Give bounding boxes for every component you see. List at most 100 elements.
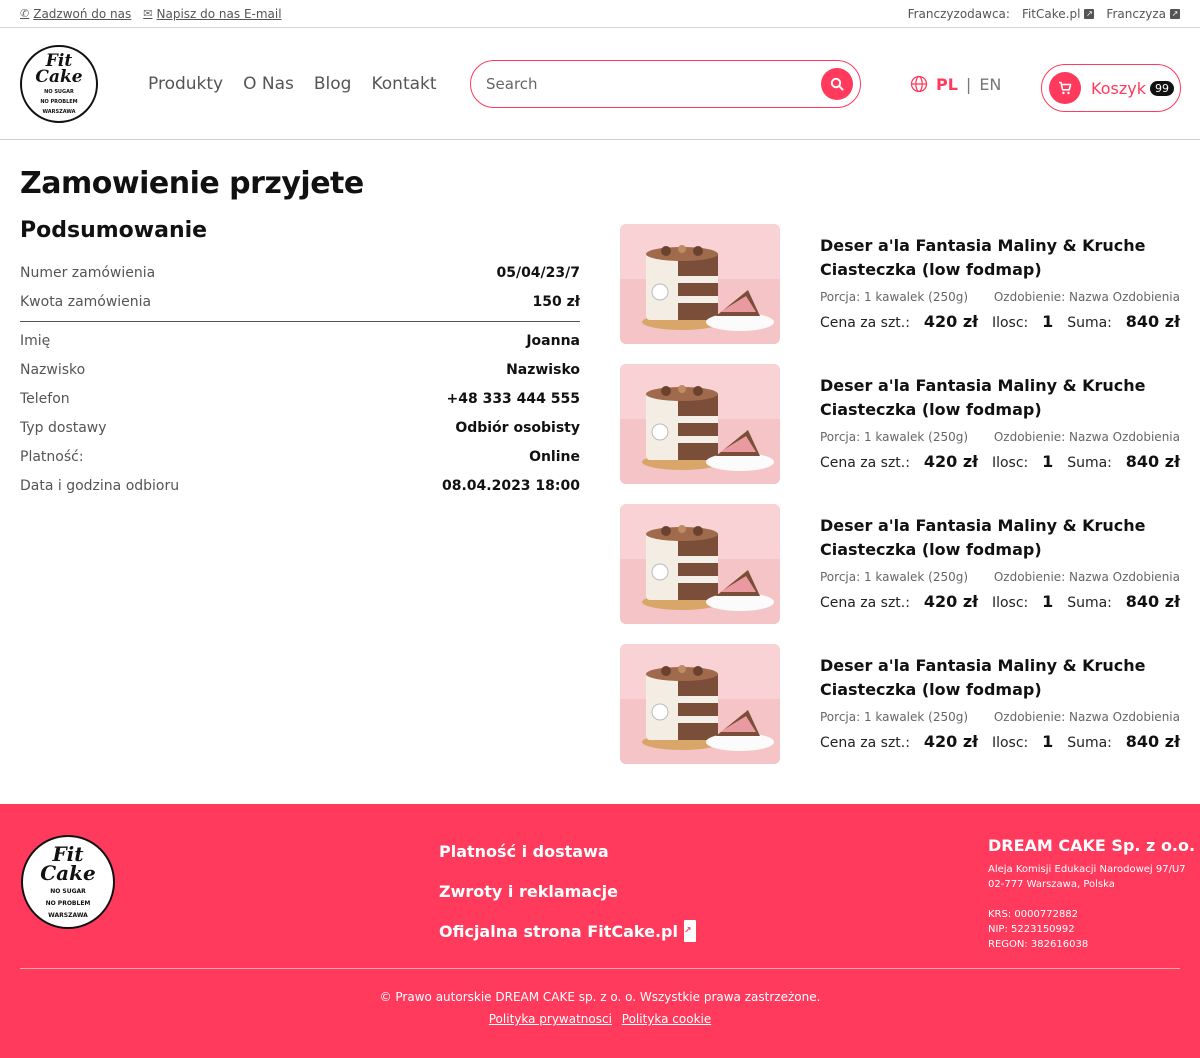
product-name[interactable]: Deser a'la Fantasia Maliny & Kruche Cias… bbox=[820, 234, 1180, 282]
price-label: Cena za szt.: bbox=[820, 315, 910, 331]
franchise-link[interactable]: Franczyza ↗ bbox=[1106, 7, 1180, 21]
order-products: Deser a'la Fantasia Maliny & Kruche Cias… bbox=[620, 224, 1180, 784]
footer-link-payment[interactable]: Platność i dostawa bbox=[439, 840, 696, 862]
product-image[interactable] bbox=[620, 644, 780, 764]
qty-value: 1 bbox=[1042, 452, 1054, 471]
qty-label: Ilosc: bbox=[991, 315, 1029, 331]
product-decoration: Ozdobienie: Nazwa Ozdobienia bbox=[993, 710, 1180, 724]
summary-value: 08.04.2023 18:00 bbox=[441, 477, 580, 494]
logo-text-cake: Cake bbox=[40, 861, 96, 885]
email-link[interactable]: ✉ Napisz do nas E-mail bbox=[143, 7, 281, 21]
main-nav: Produkty O Nas Blog Kontakt bbox=[148, 74, 437, 94]
sum-label: Suma: bbox=[1067, 595, 1112, 611]
cart-button[interactable]: Koszyk 99 bbox=[1041, 64, 1181, 112]
company-name: DREAM CAKE Sp. z o.o. bbox=[988, 836, 1196, 855]
summary-value: +48 333 444 555 bbox=[446, 390, 580, 407]
product-name[interactable]: Deser a'la Fantasia Maliny & Kruche Cias… bbox=[820, 514, 1180, 562]
company-regon: REGON: 382616038 bbox=[988, 939, 1089, 950]
sum-value: 840 zł bbox=[1125, 452, 1180, 471]
phone-icon: ✆ bbox=[20, 7, 30, 20]
cart-label: Koszyk bbox=[1091, 78, 1146, 98]
search-box bbox=[470, 60, 861, 108]
franchisor-label: Franczyzodawca: bbox=[907, 6, 1010, 21]
product-decoration: Ozdobienie: Nazwa Ozdobienia bbox=[993, 290, 1180, 304]
lang-en[interactable]: EN bbox=[979, 75, 1001, 94]
logo-text-tagline-1: NO SUGAR bbox=[44, 88, 74, 95]
search-icon bbox=[830, 77, 844, 91]
sum-value: 840 zł bbox=[1125, 592, 1180, 611]
product-image[interactable] bbox=[620, 364, 780, 484]
nav-item-produkty[interactable]: Produkty bbox=[148, 74, 223, 94]
search-button[interactable] bbox=[821, 68, 853, 100]
logo-text-tagline-2: NO PROBLEM bbox=[45, 900, 91, 907]
order-summary: Numer zamówienia 05/04/23/7 Kwota zamówi… bbox=[20, 258, 580, 500]
product-pricing: Cena za szt.: 420 zł Ilosc: 1 Suma: 840 … bbox=[820, 732, 1180, 751]
search-input[interactable] bbox=[486, 75, 821, 93]
logo-text-tagline-3: WARSZAWA bbox=[48, 912, 88, 919]
site-logo[interactable]: Fit Cake NO SUGAR NO PROBLEM WARSZAWA bbox=[20, 44, 98, 123]
summary-row: Typ dostawy Odbiór osobisty bbox=[20, 413, 580, 442]
product-item: Deser a'la Fantasia Maliny & Kruche Cias… bbox=[620, 224, 1180, 364]
qty-label: Ilosc: bbox=[991, 595, 1029, 611]
summary-divider bbox=[20, 321, 580, 322]
product-portion: Porcja: 1 kawalek (250g) bbox=[820, 430, 969, 444]
nav-item-kontakt[interactable]: Kontakt bbox=[371, 74, 436, 94]
qty-label: Ilosc: bbox=[991, 735, 1029, 751]
qty-value: 1 bbox=[1042, 592, 1054, 611]
company-info: DREAM CAKE Sp. z o.o. Aleja Komisji Eduk… bbox=[988, 836, 1195, 952]
copyright: © Prawo autorskie DREAM CAKE sp. z o. o.… bbox=[379, 990, 821, 1004]
footer-divider bbox=[20, 968, 1180, 969]
call-link-label: Zadzwoń do nas bbox=[33, 6, 132, 21]
summary-value: Online bbox=[529, 448, 580, 465]
summary-value: 150 zł bbox=[532, 293, 580, 310]
product-portion: Porcja: 1 kawalek (250g) bbox=[820, 570, 969, 584]
nav-item-o-nas[interactable]: O Nas bbox=[243, 74, 294, 94]
franchise-link-label: Franczyza bbox=[1106, 6, 1166, 21]
franchise-links: Franczyzodawca: FitCake.pl ↗ Franczyza ↗ bbox=[908, 7, 1180, 21]
product-item: Deser a'la Fantasia Maliny & Kruche Cias… bbox=[620, 504, 1180, 644]
summary-value: 05/04/23/7 bbox=[496, 264, 580, 281]
price-label: Cena za szt.: bbox=[820, 735, 910, 751]
sum-label: Suma: bbox=[1067, 735, 1112, 751]
call-link[interactable]: ✆ Zadzwoń do nas bbox=[20, 7, 131, 21]
product-image[interactable] bbox=[620, 224, 780, 344]
summary-row: Data i godzina odbioru 08.04.2023 18:00 bbox=[20, 471, 580, 500]
product-name[interactable]: Deser a'la Fantasia Maliny & Kruche Cias… bbox=[820, 654, 1180, 702]
footer-link-official-site-label: Oficjalna strona FitCake.pl bbox=[439, 921, 678, 941]
product-pricing: Cena za szt.: 420 zł Ilosc: 1 Suma: 840 … bbox=[820, 452, 1180, 471]
summary-key: Nazwisko bbox=[20, 361, 86, 378]
product-name[interactable]: Deser a'la Fantasia Maliny & Kruche Cias… bbox=[820, 374, 1180, 422]
product-info: Deser a'la Fantasia Maliny & Kruche Cias… bbox=[820, 514, 1180, 611]
footer-logo[interactable]: Fit Cake NO SUGAR NO PROBLEM WARSZAWA bbox=[21, 835, 115, 929]
lang-pl[interactable]: PL bbox=[936, 75, 958, 94]
footer-link-returns[interactable]: Zwroty i reklamacje bbox=[439, 880, 696, 902]
nav-item-blog[interactable]: Blog bbox=[314, 74, 352, 94]
fitcake-link-label: FitCake.pl bbox=[1021, 6, 1081, 21]
company-nip: NIP: 5223150992 bbox=[988, 924, 1075, 935]
privacy-policy-link[interactable]: Polityka prywatnosci bbox=[489, 1012, 612, 1026]
summary-value: Joanna bbox=[526, 332, 580, 349]
policy-links: Polityka prywatnosci Polityka cookie bbox=[0, 1012, 1200, 1026]
qty-value: 1 bbox=[1042, 732, 1054, 751]
product-info: Deser a'la Fantasia Maliny & Kruche Cias… bbox=[820, 374, 1180, 471]
summary-row: Nazwisko Nazwisko bbox=[20, 355, 580, 384]
summary-key: Kwota zamówienia bbox=[20, 293, 152, 310]
external-link-icon: ↗ bbox=[683, 920, 696, 942]
price-label: Cena za szt.: bbox=[820, 595, 910, 611]
sum-value: 840 zł bbox=[1125, 732, 1180, 751]
product-image[interactable] bbox=[620, 504, 780, 624]
mail-icon: ✉ bbox=[143, 7, 153, 20]
fitcake-link[interactable]: FitCake.pl ↗ bbox=[1021, 6, 1095, 21]
product-info: Deser a'la Fantasia Maliny & Kruche Cias… bbox=[820, 234, 1180, 331]
product-meta: Porcja: 1 kawalek (250g) Ozdobienie: Naz… bbox=[820, 710, 1180, 724]
price-label: Cena za szt.: bbox=[820, 455, 910, 471]
cookie-policy-link[interactable]: Polityka cookie bbox=[622, 1012, 711, 1026]
summary-key: Data i godzina odbioru bbox=[20, 477, 180, 494]
product-decoration: Ozdobienie: Nazwa Ozdobienia bbox=[993, 430, 1180, 444]
sum-label: Suma: bbox=[1067, 315, 1112, 331]
contact-links: ✆ Zadzwoń do nas ✉ Napisz do nas E-mail bbox=[20, 7, 282, 21]
footer-link-official-site[interactable]: Oficjalna strona FitCake.pl ↗ bbox=[439, 920, 696, 942]
product-pricing: Cena za szt.: 420 zł Ilosc: 1 Suma: 840 … bbox=[820, 312, 1180, 331]
company-address-1: Aleja Komisji Edukacji Narodowej 97/U7 bbox=[988, 864, 1186, 875]
product-portion: Porcja: 1 kawalek (250g) bbox=[820, 290, 969, 304]
